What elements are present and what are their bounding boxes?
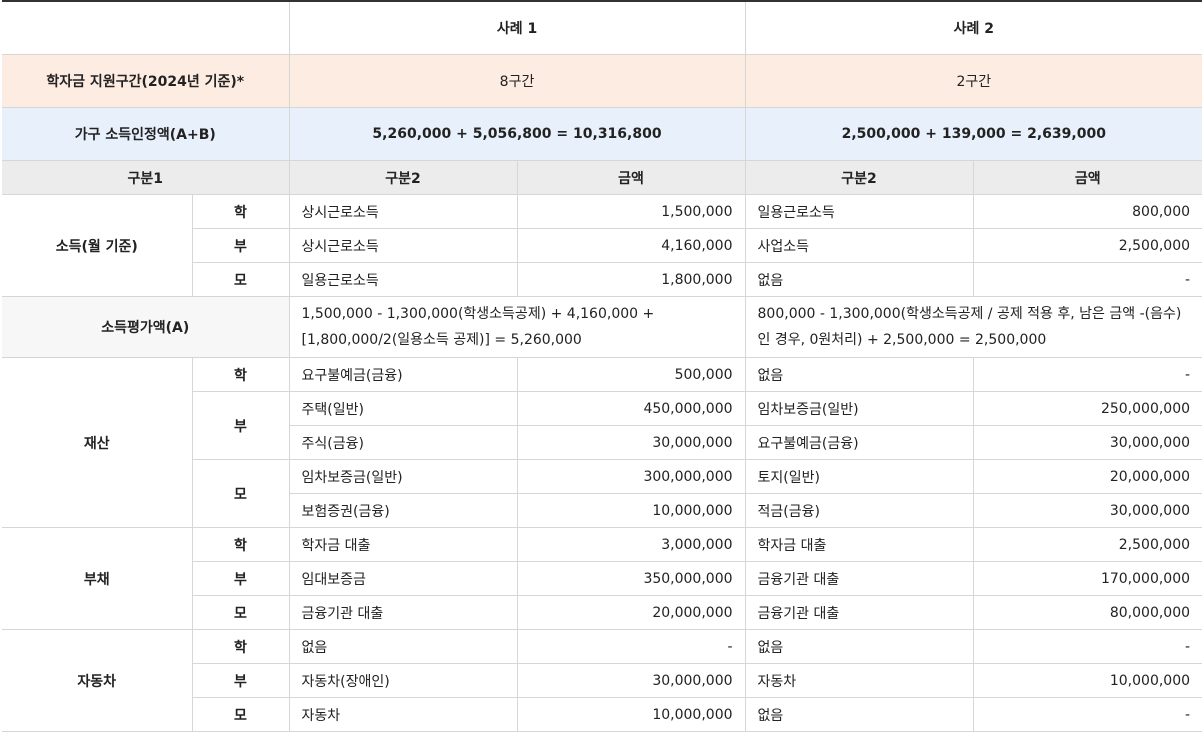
car-section-label: 자동차: [2, 629, 193, 732]
case2-type: 없음: [744, 357, 974, 392]
member-label: 학: [191, 629, 290, 664]
case1-type: 보험증권(금융): [289, 493, 518, 528]
col-cat2-case2: 구분2: [744, 160, 974, 195]
case2-type: 적금(금융): [744, 493, 974, 528]
case1-amount: 10,000,000: [516, 493, 746, 528]
table-row: 소득(월 기준) 학 상시근로소득 1,500,000 일용근로소득 800,0…: [2, 194, 1202, 297]
case1-type: 학자금 대출: [288, 527, 518, 562]
case1-type: 임대보증금: [288, 561, 518, 596]
household-income-case1: 5,260,000 + 5,056,800 = 10,316,800: [288, 107, 746, 161]
case1-type: 상시근로소득: [288, 228, 518, 263]
case2-amount: 170,000,000: [972, 561, 1202, 596]
case2-type: 임차보증금(일반): [744, 391, 974, 426]
income-eval-label: 소득평가액(A): [2, 296, 290, 358]
case1-amount: 30,000,000: [516, 663, 746, 698]
support-tier-label: 학자금 지원구간(2024년 기준)*: [2, 54, 290, 108]
member-label: 모: [192, 459, 290, 528]
case2-type: 토지(일반): [744, 459, 974, 494]
column-header-row: 구분1 구분2 금액 구분2 금액: [2, 160, 1202, 195]
member-label: 모: [192, 697, 290, 732]
table-row: 부채 학 학자금 대출 3,000,000 학자금 대출 2,500,000: [2, 527, 1202, 630]
case2-type: 일용근로소득: [744, 194, 974, 229]
debt-section-label: 부채: [2, 527, 193, 630]
case2-type: 학자금 대출: [744, 527, 974, 562]
income-eval-case1: 1,500,000 - 1,300,000(학생소득공제) + 4,160,00…: [288, 296, 746, 358]
case1-amount: 500,000: [516, 357, 746, 392]
case1-amount: 450,000,000: [516, 391, 746, 426]
support-tier-row: 학자금 지원구간(2024년 기준)* 8구간 2구간: [2, 54, 1202, 108]
case2-header: 사례 2: [744, 0, 1202, 55]
case2-amount: 80,000,000: [972, 595, 1202, 630]
case1-type: 금융기관 대출: [288, 595, 518, 630]
case1-type: 자동차: [288, 697, 518, 732]
case1-amount: -: [516, 629, 746, 664]
case2-type: 없음: [744, 262, 974, 297]
case2-amount: 30,000,000: [972, 425, 1202, 460]
member-label: 모: [192, 262, 290, 297]
case-comparison-table: 사례 1 사례 2 학자금 지원구간(2024년 기준)* 8구간 2구간 가구…: [2, 0, 1202, 732]
case2-amount: 10,000,000: [972, 663, 1202, 698]
table-row: 재산 학 요구불예금(금융) 500,000 없음 -: [2, 357, 1202, 528]
case2-amount: -: [972, 629, 1202, 664]
case1-amount: 30,000,000: [516, 425, 746, 460]
household-income-label: 가구 소득인정액(A+B): [2, 107, 290, 161]
member-label: 모: [192, 595, 290, 630]
header-empty-cell: [2, 0, 290, 55]
case2-type: 없음: [744, 629, 974, 664]
case2-amount: 800,000: [972, 194, 1202, 229]
member-label: 부: [192, 663, 290, 698]
case2-amount: -: [972, 697, 1202, 732]
member-label: 학: [191, 194, 290, 229]
case1-type: 자동차(장애인): [288, 663, 518, 698]
household-income-case2: 2,500,000 + 139,000 = 2,639,000: [744, 107, 1202, 161]
case1-type: 임차보증금(일반): [288, 459, 518, 494]
col-cat2-case1: 구분2: [288, 160, 518, 195]
assets-section-label: 재산: [2, 357, 193, 528]
case1-type: 요구불예금(금융): [288, 357, 518, 392]
col-amount-case2: 금액: [972, 160, 1202, 195]
case1-type: 상시근로소득: [288, 194, 518, 229]
case1-amount: 20,000,000: [516, 595, 746, 630]
case1-amount: 3,000,000: [516, 527, 746, 562]
case1-type: 주택(일반): [288, 391, 518, 426]
case1-amount: 10,000,000: [516, 697, 746, 732]
case1-amount: 300,000,000: [516, 459, 746, 494]
case1-type: 없음: [288, 629, 518, 664]
case2-amount: -: [972, 357, 1202, 392]
case1-amount: 4,160,000: [516, 228, 746, 263]
case2-type: 요구불예금(금융): [744, 425, 974, 460]
case2-type: 없음: [744, 697, 974, 732]
case1-header: 사례 1: [288, 0, 746, 55]
col-cat1: 구분1: [2, 160, 290, 195]
member-label: 학: [191, 357, 290, 392]
income-eval-case2: 800,000 - 1,300,000(학생소득공제 / 공제 적용 후, 남은…: [744, 296, 1202, 358]
case1-amount: 350,000,000: [516, 561, 746, 596]
member-label: 학: [191, 527, 290, 562]
income-section-label: 소득(월 기준): [2, 194, 193, 297]
case1-amount: 1,800,000: [516, 262, 746, 297]
case2-amount: 20,000,000: [972, 459, 1202, 494]
case2-type: 자동차: [744, 663, 974, 698]
case2-type: 금융기관 대출: [744, 561, 974, 596]
household-income-row: 가구 소득인정액(A+B) 5,260,000 + 5,056,800 = 10…: [2, 107, 1202, 161]
member-label: 부: [192, 561, 290, 596]
case2-amount: 250,000,000: [972, 391, 1202, 426]
income-eval-row: 소득평가액(A) 1,500,000 - 1,300,000(학생소득공제) +…: [2, 296, 1202, 358]
case1-type: 일용근로소득: [288, 262, 518, 297]
col-amount-case1: 금액: [516, 160, 746, 195]
support-tier-case2: 2구간: [744, 54, 1202, 108]
case2-type: 금융기관 대출: [744, 595, 974, 630]
case1-amount: 1,500,000: [516, 194, 746, 229]
table-row: 자동차 학 없음 - 없음 -: [2, 629, 1202, 732]
member-label: 부: [192, 391, 290, 460]
case2-amount: 2,500,000: [972, 527, 1202, 562]
case2-type: 사업소득: [744, 228, 974, 263]
case2-amount: 30,000,000: [972, 493, 1202, 528]
support-tier-case1: 8구간: [288, 54, 746, 108]
case2-amount: -: [972, 262, 1202, 297]
case2-amount: 2,500,000: [972, 228, 1202, 263]
member-label: 부: [192, 228, 290, 263]
case1-type: 주식(금융): [289, 425, 518, 460]
header-row: 사례 1 사례 2: [2, 0, 1202, 55]
